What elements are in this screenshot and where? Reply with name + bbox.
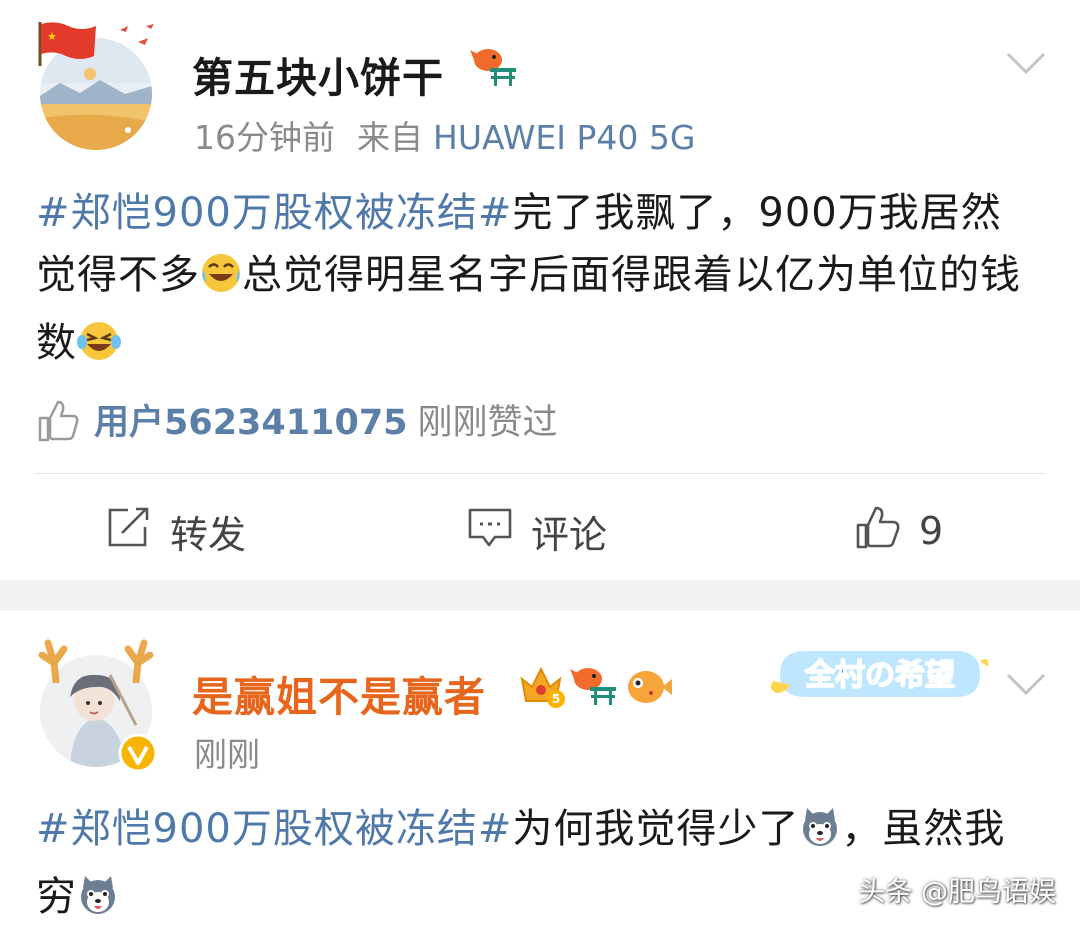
like-icon [855, 504, 901, 559]
pufferfish-badge-icon [624, 665, 672, 713]
liked-by-row: 用户5623411075 刚刚赞过 [36, 394, 558, 450]
flag-badge-icon: ★ [36, 20, 98, 70]
weibo-post: ★ 第五块小饼干 16分钟前 来自 HUAWEI P40 5G #郑恺900万股权被… [0, 0, 1080, 580]
username[interactable]: 第五块小饼干 [192, 44, 444, 104]
comment-icon [467, 505, 513, 558]
chevron-down-icon[interactable] [1006, 671, 1046, 699]
koi-badge-icon [470, 44, 518, 94]
thumbs-up-icon [36, 398, 80, 451]
from-label: 来自 [357, 118, 423, 157]
svg-text:★: ★ [47, 30, 57, 43]
chevron-down-icon[interactable] [1006, 50, 1046, 78]
device-name[interactable]: HUAWEI P40 5G [433, 118, 695, 157]
post-content: #郑恺900万股权被冻结#完了我飘了，900万我居然觉得不多 总觉得明星名字后面… [36, 182, 1041, 380]
watermark: 头条 @肥鸟语娱 [858, 877, 1056, 908]
like-button[interactable]: 9 [855, 503, 943, 559]
comment-label: 评论 [531, 512, 608, 557]
topic-link[interactable]: #郑恺900万股权被冻结# [36, 190, 512, 236]
post-time: 16分钟前 [194, 118, 335, 157]
vip-crown-badge-icon: 5 [516, 661, 566, 713]
username[interactable]: 是赢姐不是赢者 [192, 663, 486, 723]
village-hope-banner: 全村の希望 [766, 641, 990, 707]
birds-decoration-icon [116, 20, 158, 56]
like-count: 9 [919, 509, 944, 553]
comment-button[interactable]: 评论 [467, 503, 607, 559]
separator [34, 473, 1046, 474]
repost-button[interactable]: 转发 [106, 503, 246, 559]
level-number: 5 [552, 692, 560, 706]
banner-text: 全村の希望 [804, 658, 955, 693]
koi-badge-icon [570, 663, 618, 713]
husky-emoji-icon [799, 804, 841, 866]
post-content: #郑恺900万股权被冻结#为何我觉得少了 ，虽然我穷 [36, 798, 1041, 934]
repost-label: 转发 [170, 512, 247, 557]
post-time: 刚刚 [194, 735, 260, 774]
repost-icon [106, 505, 152, 558]
post-divider [0, 580, 1080, 611]
crying-laughing-emoji-icon [200, 250, 242, 312]
antlers-decoration-icon [34, 633, 158, 687]
post-meta: 16分钟前 来自 HUAWEI P40 5G [194, 111, 695, 159]
laughing-tears-emoji-icon [77, 318, 121, 380]
liked-by-user[interactable]: 用户5623411075 [94, 403, 408, 443]
liked-by-text: 刚刚赞过 [417, 403, 558, 443]
topic-link[interactable]: #郑恺900万股权被冻结# [36, 806, 512, 852]
post-text: 为何我觉得少了 [512, 806, 800, 852]
husky-emoji-icon [77, 872, 119, 934]
verified-badge-icon [118, 733, 158, 777]
